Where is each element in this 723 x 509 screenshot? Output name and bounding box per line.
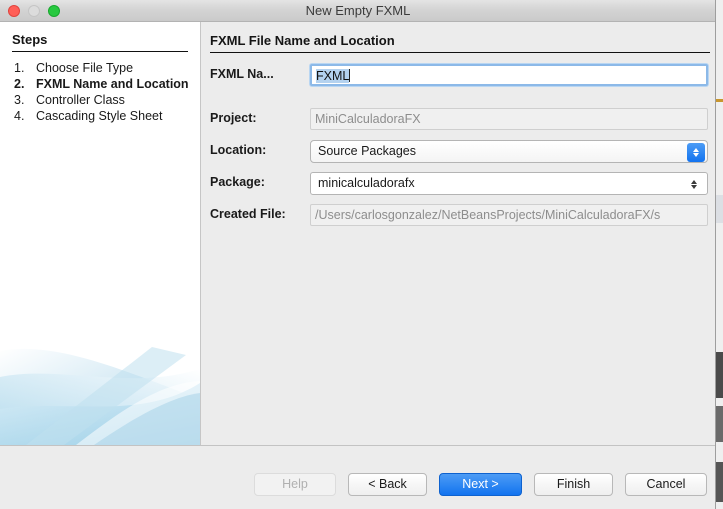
project-label: Project:	[210, 111, 257, 125]
chevron-down-icon	[691, 185, 697, 189]
chevron-up-down-icon[interactable]	[687, 143, 705, 162]
project-value: MiniCalculadoraFX	[310, 108, 708, 130]
location-label: Location:	[210, 143, 267, 157]
step-number: 1.	[14, 61, 25, 75]
location-combobox[interactable]: Source Packages	[310, 140, 708, 163]
background-accent-4	[716, 406, 723, 442]
stepper-chevron-icon[interactable]	[685, 175, 703, 194]
decorative-swoosh-graphic	[0, 347, 200, 445]
next-button[interactable]: Next >	[439, 473, 522, 496]
step-number: 2.	[14, 77, 25, 91]
fxml-name-label: FXML Na...	[210, 67, 274, 81]
step-number: 3.	[14, 93, 25, 107]
finish-button[interactable]: Finish	[534, 473, 613, 496]
screenshot-root: New Empty FXML Steps 1. Choose File Type…	[0, 0, 723, 509]
step-label: Choose File Type	[36, 61, 134, 75]
step-item-3: 3. Controller Class	[14, 92, 194, 108]
field-row-created-file: Created File: /Users/carlosgonzalez/NetB…	[201, 204, 715, 228]
steps-panel: Steps 1. Choose File Type 2. FXML Name a…	[0, 22, 200, 445]
steps-list: 1. Choose File Type 2. FXML Name and Loc…	[14, 60, 194, 124]
content-heading-divider	[210, 52, 710, 53]
window-titlebar: New Empty FXML	[0, 0, 715, 22]
window-title: New Empty FXML	[305, 3, 411, 18]
text-caret	[349, 69, 351, 82]
location-selected-value: Source Packages	[318, 144, 416, 158]
field-row-fxml-name: FXML Na... FXML	[201, 64, 715, 88]
step-label: FXML Name and Location	[36, 77, 189, 91]
step-number: 4.	[14, 109, 25, 123]
background-accent-5	[716, 462, 723, 502]
steps-heading: Steps	[12, 32, 48, 47]
field-row-project: Project: MiniCalculadoraFX	[201, 108, 715, 132]
fxml-name-input[interactable]: FXML	[310, 64, 708, 86]
step-label: Controller Class	[36, 93, 125, 107]
step-item-1: 1. Choose File Type	[14, 60, 194, 76]
package-selected-value: minicalculadorafx	[318, 176, 415, 190]
package-combobox[interactable]: minicalculadorafx	[310, 172, 708, 195]
background-app-strip	[716, 0, 723, 509]
created-file-value: /Users/carlosgonzalez/NetBeansProjects/M…	[310, 204, 708, 226]
step-label: Cascading Style Sheet	[36, 109, 163, 123]
content-heading: FXML File Name and Location	[210, 33, 395, 48]
content-panel: FXML File Name and Location FXML Na... F…	[200, 22, 715, 445]
step-item-2: 2. FXML Name and Location	[14, 76, 194, 92]
step-item-4: 4. Cascading Style Sheet	[14, 108, 194, 124]
chevron-up-icon	[693, 148, 699, 152]
background-accent-3	[716, 352, 723, 398]
steps-heading-divider	[12, 51, 188, 52]
chevron-up-icon	[691, 180, 697, 184]
chevron-down-icon	[693, 153, 699, 157]
cancel-button[interactable]: Cancel	[625, 473, 707, 496]
package-label: Package:	[210, 175, 265, 189]
new-empty-fxml-dialog: New Empty FXML Steps 1. Choose File Type…	[0, 0, 716, 509]
field-row-location: Location: Source Packages	[201, 140, 715, 164]
background-accent-1	[716, 99, 723, 102]
dialog-button-bar: Help < Back Next > Finish Cancel	[0, 445, 715, 509]
help-button[interactable]: Help	[254, 473, 336, 496]
created-file-label: Created File:	[210, 207, 286, 221]
background-accent-2	[716, 195, 723, 223]
back-button[interactable]: < Back	[348, 473, 427, 496]
field-row-package: Package: minicalculadorafx	[201, 172, 715, 196]
fxml-name-selected-text: FXML	[316, 69, 350, 83]
